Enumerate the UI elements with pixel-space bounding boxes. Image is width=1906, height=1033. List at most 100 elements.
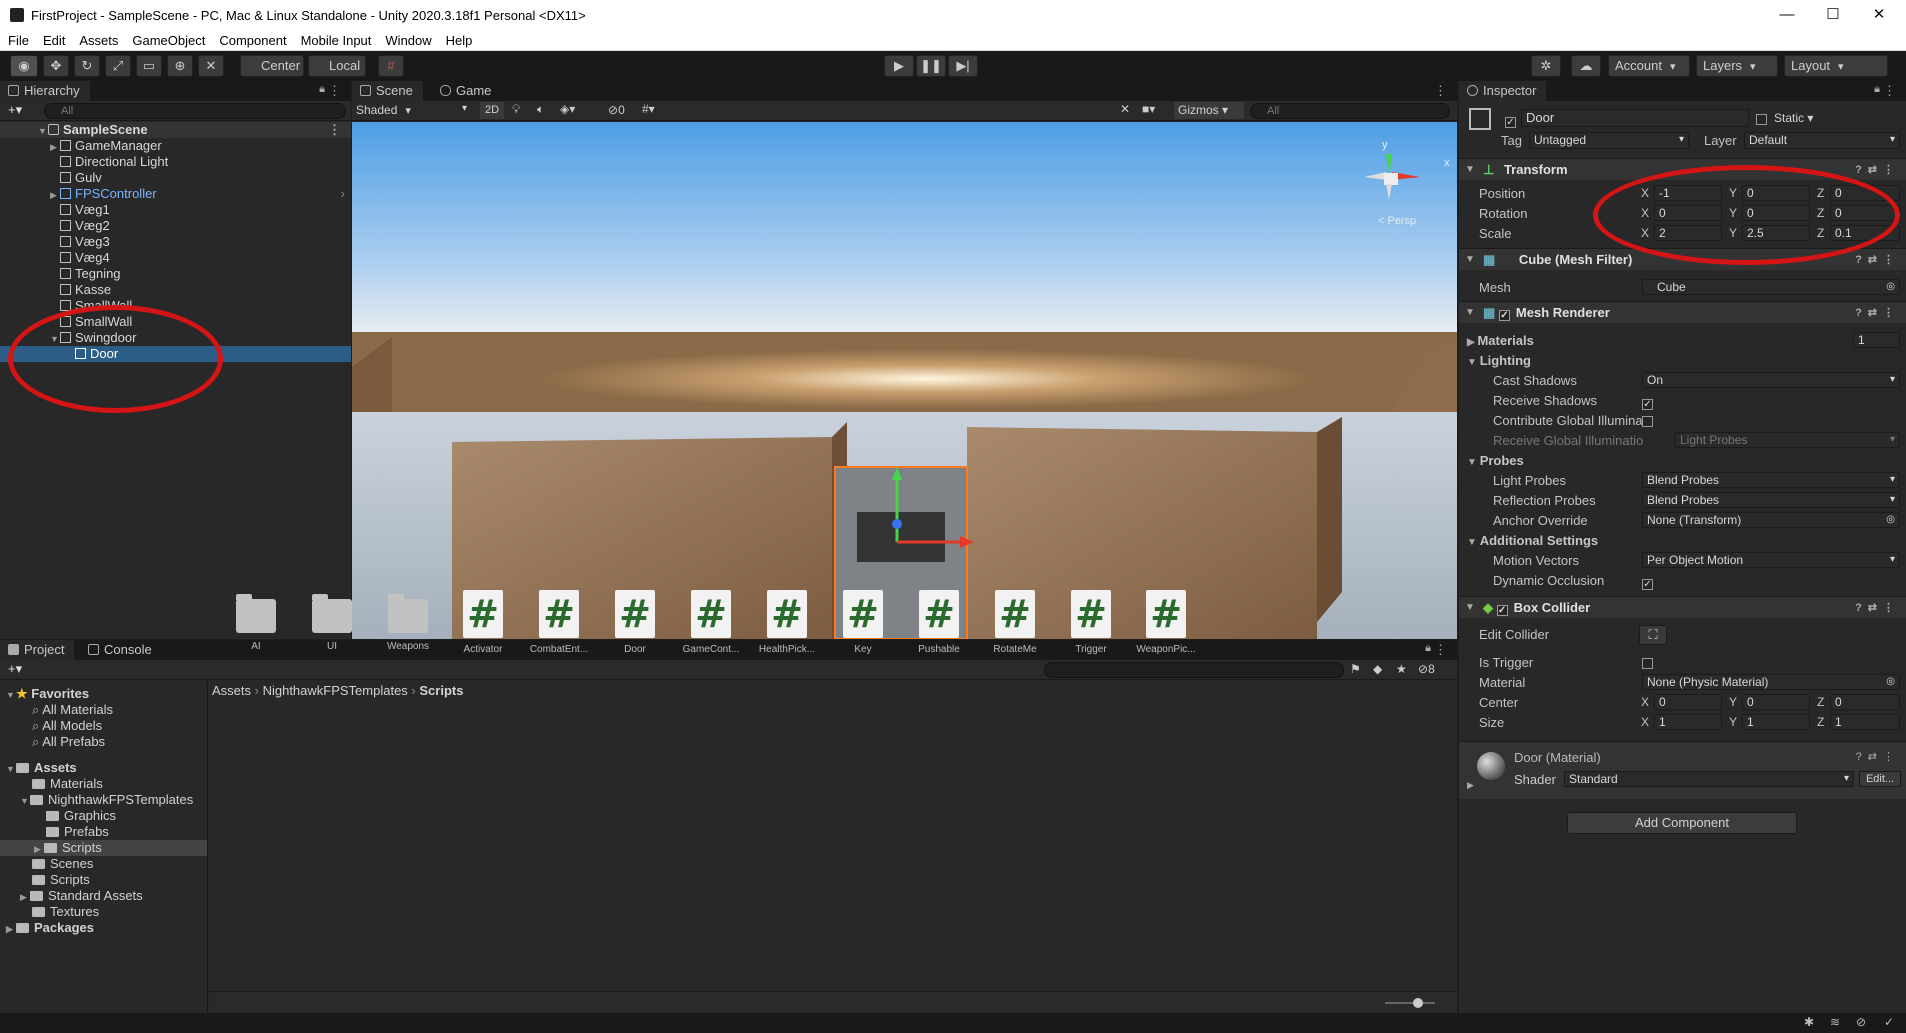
open-prefab-chevron-icon[interactable]: › [341,186,345,202]
account-dropdown[interactable]: Account [1608,55,1690,77]
layers-dropdown[interactable]: Layers [1696,55,1778,77]
tab-project[interactable]: Project [0,640,75,660]
additional-settings-foldout[interactable]: ▼ Additional Settings [1467,533,1598,548]
component-actions-icon[interactable]: ?⇄⋮ [1855,302,1900,324]
packages-header[interactable]: ▶ Packages [0,920,207,936]
hierarchy-item[interactable]: Væg3 [0,234,351,250]
asset-script[interactable]: # RotateMe [980,585,1050,655]
object-name-input[interactable]: Door [1521,109,1749,127]
cache-server-icon[interactable]: ≋ [1830,1015,1840,1029]
create-add-icon[interactable]: +▾ [8,102,22,118]
rect-tool-icon[interactable]: ▭ [136,55,162,77]
hidden-packages-icon[interactable]: ⊘8 [1418,662,1435,676]
tab-hierarchy[interactable]: Hierarchy [0,81,90,101]
layer-dropdown[interactable]: Default ▾ [1744,132,1900,149]
scene-viewport[interactable]: y x < Persp [352,122,1457,639]
favorite-star-icon[interactable]: ★ [1396,662,1407,676]
contribute-gi-checkbox[interactable] [1642,414,1653,429]
mesh-object-field[interactable]: Cube ◎ [1642,279,1900,295]
favorites-item[interactable]: ⌕ All Materials [0,702,207,718]
folder-item-selected[interactable]: ▶ Scripts [0,840,207,856]
expand-arrow-icon[interactable]: ▶ [1467,780,1474,791]
tab-scene[interactable]: Scene [352,81,423,101]
effects-dropdown-icon[interactable]: ◈▾ [560,102,575,116]
asset-script[interactable]: # Key [828,585,898,655]
audio-toggle-icon[interactable]: 🔈︎ [537,102,544,117]
receive-shadows-checkbox[interactable]: ✓ [1642,394,1653,410]
probes-foldout[interactable]: ▼ Probes [1467,453,1524,468]
asset-script[interactable]: # GameCont... [676,585,746,655]
scene-menu-icon[interactable]: ⋮ [328,122,341,138]
edit-collider-button[interactable]: ⛶ [1639,625,1667,645]
tools-icon[interactable]: ✕ [1120,102,1130,116]
materials-foldout[interactable]: ▶ Materials [1467,333,1534,348]
cloud-icon[interactable]: ☁ [1571,55,1601,77]
hierarchy-item[interactable]: SmallWall [0,298,351,314]
scale-tool-icon[interactable]: ⤢ [105,55,131,77]
gizmos-dropdown[interactable]: Gizmos ▾ [1174,102,1244,119]
light-probes-dropdown[interactable]: Blend Probes ▾ [1642,472,1900,488]
center-y-field[interactable]: 0 [1742,694,1810,710]
icon-size-slider-thumb[interactable] [1413,998,1423,1008]
hierarchy-item-prefab[interactable]: ▶ FPSController › [0,186,351,202]
folder-item[interactable]: Scenes [0,856,207,872]
folder-item[interactable]: Textures [0,904,207,920]
component-actions-icon[interactable]: ?⇄⋮ [1855,159,1900,181]
menu-edit[interactable]: Edit [35,30,71,48]
menu-help[interactable]: Help [438,30,479,48]
orientation-gizmo[interactable] [1362,152,1422,202]
play-button[interactable]: ▶ [884,55,914,77]
hierarchy-item[interactable]: Directional Light [0,154,351,170]
materials-count-field[interactable]: 1 [1853,332,1900,348]
step-button[interactable]: ▶| [948,55,978,77]
size-x-field[interactable]: 1 [1654,714,1722,730]
active-checkbox[interactable]: ✓ [1505,112,1516,128]
progress-check-icon[interactable]: ✓ [1884,1015,1894,1029]
lock-icon[interactable]: 🔒︎ [319,83,325,96]
menu-file[interactable]: File [0,30,35,48]
component-actions-icon[interactable]: ?⇄⋮ [1856,750,1900,763]
assets-header[interactable]: ▼ Assets [0,760,207,776]
menu-assets[interactable]: Assets [71,30,124,48]
folder-item[interactable]: ▶ Standard Assets [0,888,207,904]
folder-item[interactable]: Scripts [0,872,207,888]
folder-item[interactable]: ▼ NighthawkFPSTemplates [0,792,207,808]
hidden-objects-icon[interactable]: ⊘0 [608,103,625,117]
layout-dropdown[interactable]: Layout [1784,55,1888,77]
center-z-field[interactable]: 0 [1830,694,1900,710]
hierarchy-item[interactable]: Væg1 [0,202,351,218]
favorites-header[interactable]: ▼★ Favorites [0,686,207,702]
is-trigger-checkbox[interactable] [1642,656,1653,671]
transform-tool-icon[interactable]: ⊕ [167,55,193,77]
custom-tool-icon[interactable]: ✕ [198,55,224,77]
asset-script[interactable]: # Activator [448,585,518,655]
object-picker-icon[interactable]: ◎ [1886,513,1895,527]
box-collider-component-header[interactable]: ▼ ◆ ✓ Box Collider ?⇄⋮ [1459,596,1906,618]
add-component-button[interactable]: Add Component [1567,812,1797,834]
lock-icon[interactable]: 🔒︎ [1425,642,1431,655]
favorites-item[interactable]: ⌕ All Models [0,718,207,734]
folder-item[interactable]: Prefabs [0,824,207,840]
breadcrumb-item-current[interactable]: Scripts [419,683,463,698]
hierarchy-item[interactable]: Kasse [0,282,351,298]
persp-label[interactable]: < Persp [1378,215,1416,227]
lighting-foldout[interactable]: ▼ Lighting [1467,353,1531,368]
rotate-tool-icon[interactable]: ↻ [74,55,100,77]
pivot-center-button[interactable]: Center [240,55,304,77]
panel-menu-icon[interactable]: ⋮ [328,83,341,99]
menu-mobile-input[interactable]: Mobile Input [293,30,378,48]
anchor-override-field[interactable]: None (Transform) ◎ [1642,512,1900,528]
asset-script[interactable]: # HealthPick... [752,585,822,655]
hierarchy-item[interactable]: Tegning [0,266,351,282]
debug-mode-icon[interactable]: ⊘ [1856,1015,1866,1029]
mesh-renderer-component-header[interactable]: ▼ ▦ ✓ Mesh Renderer ?⇄⋮ [1459,301,1906,323]
component-actions-icon[interactable]: ?⇄⋮ [1855,597,1900,619]
favorites-item[interactable]: ⌕ All Prefabs [0,734,207,750]
minimize-button[interactable]: — [1767,2,1807,28]
hierarchy-search-input[interactable]: All [44,103,346,119]
panel-menu-icon[interactable]: ⋮ [1434,642,1447,658]
center-x-field[interactable]: 0 [1654,694,1722,710]
hierarchy-item[interactable]: Væg2 [0,218,351,234]
panel-menu-icon[interactable]: ⋮ [1883,83,1896,99]
lighting-toggle-icon[interactable]: 💡︎ [512,102,520,117]
